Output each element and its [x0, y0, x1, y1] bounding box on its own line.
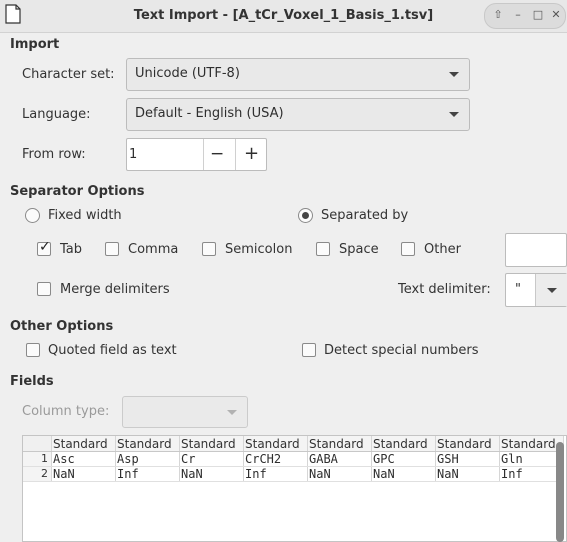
other-input[interactable] — [505, 233, 567, 267]
checkmark-icon: ✓ — [39, 239, 51, 255]
text-delimiter-value[interactable]: " — [515, 282, 521, 297]
space-checkbox[interactable] — [316, 242, 330, 256]
maximize-icon[interactable]: □ — [530, 7, 546, 23]
charset-select[interactable]: Unicode (UTF-8) — [126, 58, 470, 91]
separated-by-radio[interactable] — [298, 208, 313, 223]
preview-table[interactable]: Standard Standard Standard Standard Stan… — [22, 435, 567, 542]
comma-checkbox[interactable] — [105, 242, 119, 256]
vertical-scrollbar[interactable] — [556, 442, 564, 542]
tab-label[interactable]: Tab — [60, 242, 82, 257]
charset-value: Unicode (UTF-8) — [135, 66, 240, 81]
close-icon[interactable]: ✕ — [548, 7, 564, 23]
column-header[interactable]: Standard — [371, 436, 436, 452]
column-header[interactable]: Standard — [115, 436, 180, 452]
table-cell: Asc — [51, 451, 116, 467]
table-cell: Cr — [179, 451, 244, 467]
window-controls: ⇧ – □ ✕ — [484, 3, 566, 29]
chevron-down-icon — [449, 72, 459, 77]
from-row-label: From row: — [22, 147, 86, 162]
table-cell: NaN — [51, 466, 116, 482]
language-select[interactable]: Default - English (USA) — [126, 98, 470, 131]
other-checkbox[interactable] — [401, 242, 415, 256]
import-heading: Import — [10, 37, 60, 52]
charset-label: Character set: — [22, 67, 115, 82]
column-header[interactable]: Standard — [499, 436, 564, 452]
column-header[interactable]: Standard — [307, 436, 372, 452]
chevron-down-icon — [449, 112, 459, 117]
table-cell: GPC — [371, 451, 436, 467]
quoted-field-label[interactable]: Quoted field as text — [48, 343, 177, 358]
row-number: 2 — [23, 466, 52, 482]
decrement-button[interactable]: − — [210, 144, 224, 164]
separator-heading: Separator Options — [10, 184, 145, 199]
table-cell: GABA — [307, 451, 372, 467]
column-type-label: Column type: — [22, 404, 110, 419]
semicolon-label[interactable]: Semicolon — [225, 242, 292, 257]
header-row: Standard Standard Standard Standard Stan… — [23, 436, 564, 452]
dropdown-button[interactable] — [535, 274, 567, 306]
space-label[interactable]: Space — [339, 242, 379, 257]
from-row-spinbox[interactable]: 1 − + — [126, 138, 267, 171]
column-header[interactable]: Standard — [243, 436, 308, 452]
separated-by-label[interactable]: Separated by — [321, 208, 408, 223]
quoted-field-checkbox[interactable] — [26, 343, 40, 357]
table-cell: CrCH2 — [243, 451, 308, 467]
language-value: Default - English (USA) — [135, 106, 284, 121]
table-cell: Inf — [243, 466, 308, 482]
table-cell: Inf — [499, 466, 564, 482]
language-label: Language: — [22, 107, 91, 122]
other-label[interactable]: Other — [424, 242, 461, 257]
table-row: 1 Asc Asp Cr CrCH2 GABA GPC GSH Gln — [23, 451, 564, 467]
from-row-value[interactable]: 1 — [129, 147, 137, 162]
table-cell: NaN — [179, 466, 244, 482]
table-cell: NaN — [307, 466, 372, 482]
table-cell: GSH — [435, 451, 500, 467]
fixed-width-label[interactable]: Fixed width — [48, 208, 122, 223]
detect-special-numbers-checkbox[interactable] — [302, 343, 316, 357]
semicolon-checkbox[interactable] — [202, 242, 216, 256]
column-type-select[interactable] — [122, 396, 248, 428]
minimize-icon[interactable]: – — [510, 7, 526, 23]
column-header[interactable]: Standard — [179, 436, 244, 452]
fixed-width-radio[interactable] — [25, 208, 40, 223]
comma-label[interactable]: Comma — [128, 242, 178, 257]
row-number: 1 — [23, 451, 52, 467]
chevron-down-icon — [227, 410, 237, 415]
other-options-heading: Other Options — [10, 319, 114, 334]
increment-button[interactable]: + — [244, 143, 259, 164]
title-bar: Text Import - [A_tCr_Voxel_1_Basis_1.tsv… — [0, 0, 567, 33]
table-cell: Gln — [499, 451, 564, 467]
text-delimiter-combo[interactable]: " — [505, 273, 567, 307]
merge-delimiters-label[interactable]: Merge delimiters — [60, 282, 170, 297]
tab-checkbox[interactable]: ✓ — [37, 239, 51, 256]
column-header[interactable]: Standard — [435, 436, 500, 452]
table-cell: Asp — [115, 451, 180, 467]
table-cell: NaN — [435, 466, 500, 482]
table-cell: Inf — [115, 466, 180, 482]
table-row: 2 NaN Inf NaN Inf NaN NaN NaN Inf — [23, 466, 564, 482]
corner-cell — [23, 436, 52, 452]
fields-heading: Fields — [10, 374, 54, 389]
divider — [203, 139, 204, 170]
shade-icon[interactable]: ⇧ — [490, 7, 506, 23]
detect-special-numbers-label[interactable]: Detect special numbers — [324, 343, 478, 358]
preview-grid: Standard Standard Standard Standard Stan… — [23, 436, 564, 482]
window-title: Text Import - [A_tCr_Voxel_1_Basis_1.tsv… — [133, 8, 434, 23]
merge-delimiters-checkbox[interactable] — [37, 282, 51, 296]
table-cell: NaN — [371, 466, 436, 482]
column-header[interactable]: Standard — [51, 436, 116, 452]
chevron-down-icon — [547, 288, 557, 293]
divider — [235, 139, 236, 170]
text-delimiter-label: Text delimiter: — [398, 282, 491, 297]
